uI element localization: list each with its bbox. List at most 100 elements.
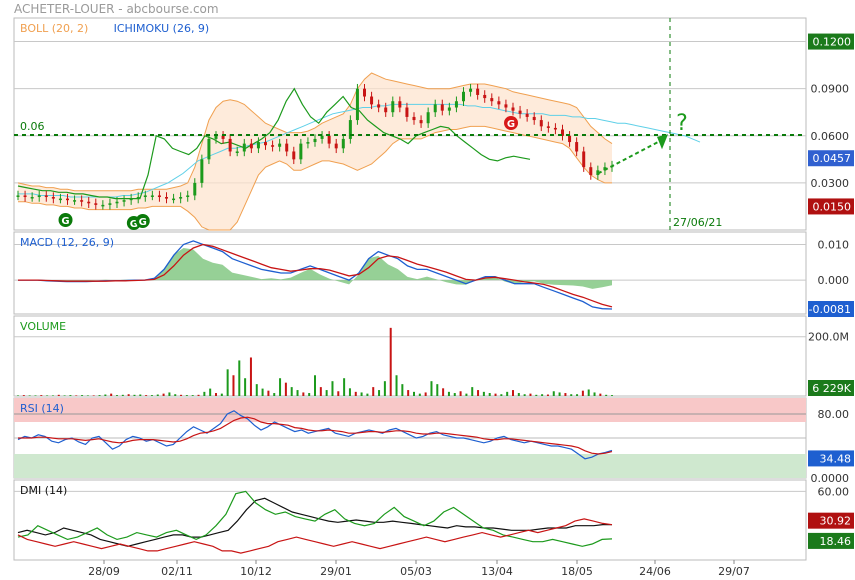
candle-body — [320, 135, 324, 139]
volume-bar — [523, 394, 526, 396]
candle-body — [256, 142, 260, 149]
volume-bar — [366, 393, 369, 396]
volume-bar — [529, 393, 532, 396]
volume-bar — [133, 394, 136, 396]
volume-bar — [110, 393, 113, 396]
candle-body — [355, 88, 359, 121]
dmi-legend-item-0: DMI (14) — [20, 484, 67, 497]
candle-body — [299, 143, 303, 160]
volume-bar — [552, 391, 555, 396]
candle-body — [214, 135, 218, 139]
volume-bar — [168, 392, 171, 396]
candle-body — [476, 88, 480, 95]
volume-bar — [401, 384, 404, 396]
candle-body — [504, 104, 508, 108]
volume-bar — [232, 375, 235, 396]
candle-body — [193, 182, 197, 196]
volume-bar — [570, 394, 573, 396]
price-tick-label-2: 0.0600 — [811, 130, 850, 143]
candle-body — [207, 138, 211, 160]
volume-bar — [180, 394, 183, 396]
candle-body — [405, 107, 409, 117]
volume-bar — [546, 394, 549, 396]
candle-body — [313, 138, 317, 143]
volume-bar — [273, 393, 276, 396]
dmi-tick-label-0: 60.00 — [818, 485, 850, 498]
volume-bar — [40, 395, 43, 396]
volume-bar — [197, 394, 200, 396]
candle-body — [221, 135, 225, 139]
volume-bar — [86, 395, 89, 396]
volume-bar — [360, 392, 363, 396]
candle-body — [249, 143, 253, 149]
forecast-date-label: 27/06/21 — [673, 216, 722, 229]
volume-bar — [244, 378, 247, 396]
candle-body — [348, 120, 352, 139]
price-tick-label-1: 0.0900 — [811, 83, 850, 96]
candle-body — [37, 195, 41, 198]
macd-legend-item-0: MACD (12, 26, 9) — [20, 236, 114, 249]
candle-body — [483, 94, 487, 99]
volume-bar — [372, 387, 375, 396]
candle-body — [73, 200, 77, 202]
volume-bar — [279, 378, 282, 396]
volume-bar — [477, 390, 480, 396]
volume-bar — [378, 390, 381, 396]
volume-bar — [535, 394, 538, 396]
price-last-badge-text: 0.0457 — [813, 152, 852, 165]
volume-bar — [296, 390, 299, 396]
candle-body — [377, 104, 381, 108]
volume-bar — [319, 387, 322, 396]
volume-bar — [139, 394, 142, 396]
x-axis-tick-label-8: 29/07 — [718, 565, 750, 578]
volume-bar — [209, 388, 212, 396]
candle-body — [553, 127, 557, 130]
candle-body — [30, 197, 34, 199]
volume-bar — [92, 395, 95, 396]
volume-bar — [587, 389, 590, 396]
candle-body — [16, 195, 20, 197]
candle-body — [511, 107, 515, 111]
volume-bar — [261, 388, 264, 396]
volume-bar — [337, 391, 340, 396]
candle-body — [398, 101, 402, 108]
candle-body — [447, 107, 451, 111]
candle-body — [94, 203, 98, 205]
candle-body — [87, 201, 91, 204]
bollinger-band-fill — [18, 73, 612, 230]
dmi-minus-line — [17, 518, 613, 554]
x-axis-tick-label-6: 18/05 — [561, 565, 593, 578]
rsi-overbought-zone — [14, 398, 806, 422]
volume-bar — [156, 394, 159, 396]
candle-body — [370, 96, 374, 105]
volume-last-badge-text: 6 229K — [812, 382, 851, 395]
volume-bar — [162, 393, 165, 396]
volume-bar — [75, 395, 78, 396]
x-axis-tick-label-4: 05/03 — [400, 565, 432, 578]
volume-bar — [599, 393, 602, 396]
volume-bar — [69, 395, 72, 396]
stock-chart: 0.1200 0.0900 0.0600 0.0300 0.06 27/06/21? G G G… — [13, 17, 854, 578]
macd-tick-label-0: 0.010 — [818, 238, 850, 251]
page-title: ACHETER-LOUER - abcbourse.com — [14, 2, 219, 16]
volume-bar — [558, 392, 561, 396]
volume-bar — [442, 388, 445, 396]
macd-last-badge-text: -0.0081 — [809, 303, 851, 316]
volume-bar — [203, 391, 206, 396]
rsi-tick-label-1: 0.0000 — [811, 472, 850, 485]
volume-bar — [517, 393, 520, 396]
candle-body — [497, 101, 501, 105]
x-axis-tick-label-5: 13/04 — [481, 565, 513, 578]
candle-body — [285, 143, 289, 152]
volume-bar — [267, 390, 270, 396]
volume-bar — [459, 391, 462, 396]
volume-bar — [581, 390, 584, 396]
candle-body — [165, 197, 168, 199]
candle-body — [454, 101, 458, 108]
candle-body — [426, 112, 430, 124]
signal-label: G — [507, 119, 515, 130]
volume-bar — [465, 393, 468, 396]
price-tick-label-3: 0.0300 — [811, 177, 850, 190]
candle-body — [568, 135, 572, 143]
volume-bar — [226, 369, 229, 396]
